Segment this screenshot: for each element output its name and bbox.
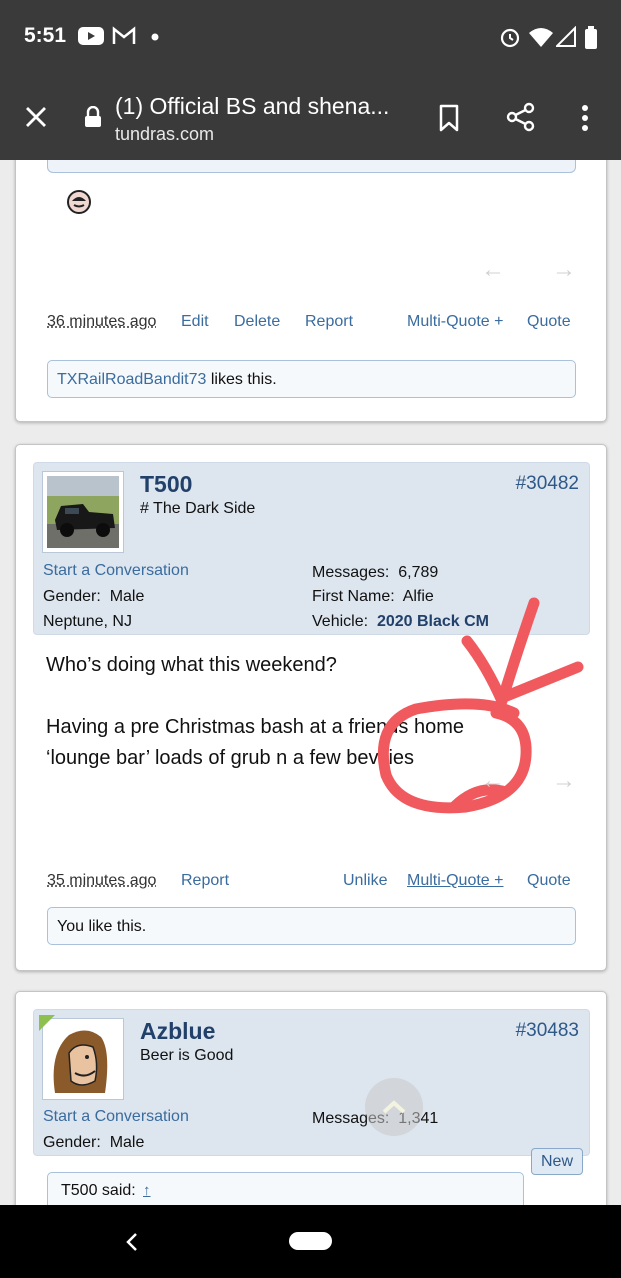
location-field: Neptune, NJ [43,613,132,630]
multiquote-link[interactable]: Multi-Quote + [407,313,503,331]
beavis-avatar-image [47,1023,119,1095]
alarm-icon [500,28,520,48]
quote-link[interactable]: Quote [527,313,571,331]
bookmark-icon[interactable] [438,104,460,132]
new-badge: New [531,1148,583,1175]
likes-summary: TXRailRoadBandit73 likes this. [47,360,576,398]
messages-field: Messages: 6,789 [312,564,439,581]
online-indicator-icon [39,1015,55,1031]
battery-icon [585,26,597,49]
gmail-icon [112,26,136,44]
navigation-bar [0,1205,621,1278]
report-link[interactable]: Report [305,313,353,331]
quote-link[interactable]: Quote [527,872,571,890]
unlike-link[interactable]: Unlike [343,872,387,890]
user-title: Beer is Good [140,1047,234,1064]
start-conversation-link[interactable]: Start a Conversation [43,562,189,580]
previous-post-arrow-icon[interactable]: ← [481,256,505,284]
post-30482: T500 # The Dark Side #30482 Start a Conv… [15,444,607,971]
status-time: 5:51 [24,24,67,47]
multiquote-link[interactable]: Multi-Quote + [407,872,503,890]
next-post-arrow-icon[interactable]: → [552,256,576,284]
user-info-panel: Azblue Beer is Good #30483 Start a Conve… [33,1009,590,1156]
lock-icon [85,106,101,127]
gender-field: Gender: Male [43,588,145,605]
start-conversation-link[interactable]: Start a Conversation [43,1108,189,1126]
page-url: tundras.com [115,124,215,144]
username[interactable]: T500 [140,471,192,498]
quote-box-bottom [47,160,576,173]
previous-post-arrow-icon[interactable]: ← [481,767,505,795]
red-checkmark-annotation [377,597,584,814]
post-actions: 35 minutes ago Report Unlike Multi-Quote… [16,872,608,896]
post-number[interactable]: #30483 [516,1020,579,1042]
report-link[interactable]: Report [181,872,229,890]
chevron-up-icon [382,1100,406,1114]
signal-icon [556,26,576,47]
post-30483: Azblue Beer is Good #30483 Start a Conve… [15,991,607,1205]
quote-box: T500 said: ↑ [47,1172,524,1205]
post-timestamp[interactable]: 36 minutes ago [47,313,156,331]
close-icon[interactable] [24,105,48,129]
user-title: # The Dark Side [140,500,256,517]
truck-photo [47,476,119,548]
quote-jump-link[interactable]: ↑ [143,1182,151,1199]
custom-tab-toolbar: (1) Official BS and shena... tundras.com [0,75,621,160]
post-actions: 36 minutes ago Edit Delete Report Multi-… [16,313,608,337]
gender-field: Gender: Male [43,1134,145,1151]
edit-link[interactable]: Edit [181,313,209,331]
post-30481: ← → 36 minutes ago Edit Delete Report Mu… [15,160,607,422]
home-pill[interactable] [289,1232,332,1250]
likes-suffix: likes this. [206,371,277,388]
status-bar: 5:51 [0,0,621,75]
next-post-arrow-icon[interactable]: → [552,767,576,795]
youtube-icon [78,27,104,45]
username[interactable]: Azblue [140,1018,215,1045]
more-menu-icon[interactable] [581,104,589,132]
scroll-top-button[interactable] [365,1078,423,1136]
thread-content[interactable]: ← → 36 minutes ago Edit Delete Report Mu… [0,160,621,1205]
notification-dot-icon [151,33,159,41]
post-number[interactable]: #30482 [516,473,579,495]
page-title: (1) Official BS and shena... [115,93,390,119]
back-icon[interactable] [125,1232,139,1252]
likes-summary: You like this. [47,907,576,945]
liker-link[interactable]: TXRailRoadBandit73 [57,371,206,388]
wifi-icon [529,28,553,47]
post-timestamp[interactable]: 35 minutes ago [47,872,156,890]
smiley-icon [67,190,91,214]
avatar[interactable] [42,471,124,553]
delete-link[interactable]: Delete [234,313,280,331]
share-icon[interactable] [506,102,536,132]
quote-author: T500 said: [61,1182,136,1199]
